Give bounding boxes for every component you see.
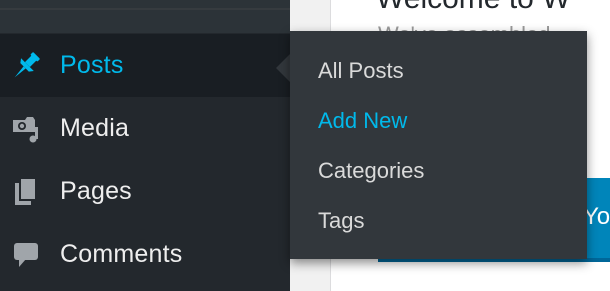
submenu-item-categories[interactable]: Categories bbox=[318, 158, 424, 184]
sidebar-item-pages[interactable]: Pages bbox=[0, 160, 290, 223]
pages-icon bbox=[8, 174, 44, 210]
sidebar-item-comments[interactable]: Comments bbox=[0, 223, 290, 286]
welcome-cta-label: Yo bbox=[583, 203, 610, 230]
welcome-title: Welcome to W bbox=[376, 0, 571, 16]
comment-bubble-icon bbox=[8, 237, 44, 273]
media-icon bbox=[8, 111, 44, 147]
sidebar-item-label: Posts bbox=[60, 51, 124, 79]
pushpin-icon bbox=[8, 48, 44, 84]
submenu-item-tags[interactable]: Tags bbox=[318, 208, 364, 234]
sidebar-item-media[interactable]: Media bbox=[0, 97, 290, 160]
sidebar-item-label: Pages bbox=[60, 177, 132, 205]
admin-sidebar: Posts Media Pages Comments bbox=[0, 0, 290, 291]
posts-flyout-submenu: All Posts Add New Categories Tags bbox=[290, 31, 587, 259]
sidebar-item-posts[interactable]: Posts bbox=[0, 34, 290, 97]
sidebar-previous-item bbox=[0, 0, 290, 33]
flyout-pointer bbox=[276, 54, 290, 82]
submenu-item-add-new[interactable]: Add New bbox=[318, 108, 407, 134]
sidebar-item-label: Media bbox=[60, 114, 130, 142]
submenu-item-all-posts[interactable]: All Posts bbox=[318, 58, 404, 84]
sidebar-item-label: Comments bbox=[60, 240, 183, 268]
